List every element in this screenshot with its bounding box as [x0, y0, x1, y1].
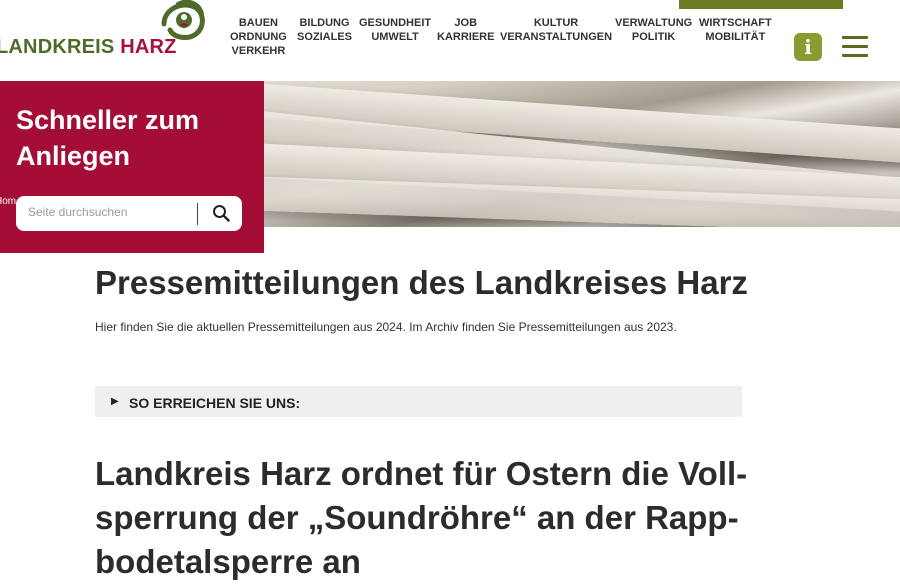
nav-item-kultur[interactable]: KULTUR VERANSTALTUNGEN — [500, 16, 612, 44]
logo-mark-icon — [161, 0, 205, 40]
site-header: LANDKREIS HARZ BAUEN ORDNUNG VERKEHR BIL… — [0, 0, 900, 81]
article-title-line: bodetalsperre an — [95, 543, 361, 580]
article-title[interactable]: Landkreis Harz ordnet für Ostern die Vol… — [95, 452, 755, 584]
nav-line: POLITIK — [631, 31, 676, 43]
nav-line: BAUEN — [238, 17, 278, 29]
triangle-right-icon: ▶ — [111, 396, 119, 407]
intro-text: Hier finden Sie die aktuellen Pressemitt… — [95, 320, 677, 334]
article-title-line: sperrung der „Soundröhre“ an der Rapp- — [95, 499, 739, 536]
nav-item-job[interactable]: JOB KARRIERE — [437, 16, 494, 44]
logo-text-harz: HARZ — [120, 36, 177, 58]
logo-text-landkreis: LANDKREIS — [0, 36, 115, 58]
nav-line: WIRTSCHAFT — [699, 17, 772, 29]
quick-search-title: Schneller zum Anliegen — [16, 102, 199, 174]
nav-line: JOB — [454, 17, 478, 29]
quick-search-title-line: Anliegen — [16, 141, 131, 171]
nav-item-bauen[interactable]: BAUEN ORDNUNG VERKEHR — [230, 16, 287, 58]
nav-item-gesundheit[interactable]: GESUNDHEIT UMWELT — [359, 16, 431, 44]
nav-line: SOZIALES — [297, 31, 353, 43]
quick-search-title-line: Schneller zum — [16, 105, 200, 135]
article-title-line: Landkreis Harz ordnet für Ostern die Vol… — [95, 455, 748, 492]
hamburger-menu-icon[interactable] — [842, 36, 868, 58]
breadcrumb-home[interactable]: Hom — [0, 196, 16, 207]
top-accent-bar — [679, 0, 843, 9]
nav-line: MOBILITÄT — [705, 31, 766, 43]
contact-accordion[interactable]: ▶ SO ERREICHEN SIE UNS: — [95, 386, 742, 417]
nav-item-wirtschaft[interactable]: WIRTSCHAFT MOBILITÄT — [699, 16, 772, 44]
nav-line: KARRIERE — [437, 31, 495, 43]
nav-line: VERWALTUNG — [615, 17, 693, 29]
nav-line: KULTUR — [533, 17, 579, 29]
nav-item-bildung[interactable]: BILDUNG SOZIALES — [297, 16, 352, 44]
nav-line: BILDUNG — [299, 17, 350, 29]
info-icon[interactable]: i — [794, 33, 822, 61]
nav-line: VERKEHR — [231, 45, 286, 57]
nav-line: ORDNUNG — [230, 31, 287, 43]
page-title: Pressemitteilungen des Landkreises Harz — [95, 264, 748, 301]
search-box — [16, 196, 242, 231]
nav-item-verwaltung[interactable]: VERWALTUNG POLITIK — [615, 16, 692, 44]
site-logo[interactable]: LANDKREIS HARZ — [0, 0, 215, 81]
search-icon[interactable] — [212, 204, 230, 222]
accordion-label: SO ERREICHEN SIE UNS: — [129, 395, 301, 411]
nav-line: VERANSTALTUNGEN — [500, 31, 613, 43]
logo-text: LANDKREIS HARZ — [0, 36, 177, 59]
search-divider — [197, 203, 198, 225]
nav-line: UMWELT — [371, 31, 419, 43]
nav-line: GESUNDHEIT — [359, 17, 432, 29]
search-input[interactable] — [28, 205, 198, 219]
